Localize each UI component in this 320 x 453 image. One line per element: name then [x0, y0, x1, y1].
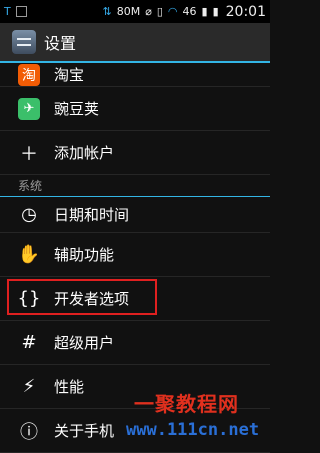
list-item-label: 淘宝	[54, 66, 85, 84]
watermark-url: www.111cn.net	[126, 420, 260, 440]
alarm-off-icon: ⌀	[145, 5, 152, 18]
list-item-label: 添加帐户	[54, 144, 115, 162]
settings-app-icon[interactable]	[12, 30, 36, 54]
list-item-label: 性能	[54, 378, 85, 396]
vibrate-icon: ▯	[156, 5, 163, 18]
list-item-label: 辅助功能	[54, 246, 115, 264]
bolt-icon: ⚡	[22, 376, 36, 397]
screenshot-icon	[15, 6, 27, 17]
list-item-developer-options[interactable]: {} 开发者选项	[0, 277, 270, 321]
info-icon: ⓘ	[20, 421, 38, 443]
taobao-icon: 淘	[18, 63, 40, 86]
battery-icon: ▮	[212, 5, 219, 18]
watermark-title: 一聚教程网	[134, 392, 239, 416]
list-item-label: 超级用户	[54, 334, 115, 352]
list-item-wandoujia[interactable]: ✈ 豌豆荚	[0, 87, 270, 131]
watermark: 一聚教程网 www.111cn.net	[104, 386, 264, 446]
hash-icon: #	[21, 332, 37, 353]
network-type: 46	[182, 5, 197, 18]
hand-icon: ✋	[17, 244, 41, 265]
add-icon: ＋	[20, 143, 38, 165]
list-item-add-account[interactable]: ＋ 添加帐户	[0, 131, 270, 175]
status-right: ⇅ 80M ⌀ ▯ ◠ 46 ▮ ▮ 20:01	[103, 4, 267, 20]
status-left: T	[4, 5, 27, 18]
section-header-system: 系统	[0, 175, 270, 197]
network-speed: 80M	[116, 5, 141, 18]
clock-icon: ◷	[21, 204, 37, 225]
list-item-label: 豌豆荚	[54, 100, 100, 118]
list-item-date-time[interactable]: ◷ 日期和时间	[0, 197, 270, 233]
signal-icon: ▮	[201, 5, 208, 18]
list-item-taobao[interactable]: 淘 淘宝	[0, 63, 270, 87]
list-item-accessibility[interactable]: ✋ 辅助功能	[0, 233, 270, 277]
page-title: 设置	[44, 34, 77, 53]
status-bar: T ⇅ 80M ⌀ ▯ ◠ 46 ▮ ▮ 20:01	[0, 0, 270, 23]
list-item-label: 日期和时间	[54, 206, 130, 224]
sync-icon: ⇅	[102, 5, 112, 18]
wandoujia-icon: ✈	[18, 97, 40, 120]
action-bar: 设置	[0, 23, 270, 63]
clock-time: 20:01	[225, 3, 266, 20]
list-item-superuser[interactable]: # 超级用户	[0, 321, 270, 365]
notification-t-icon: T	[4, 5, 11, 18]
highlight-box	[7, 279, 157, 315]
wifi-icon: ◠	[167, 5, 178, 18]
